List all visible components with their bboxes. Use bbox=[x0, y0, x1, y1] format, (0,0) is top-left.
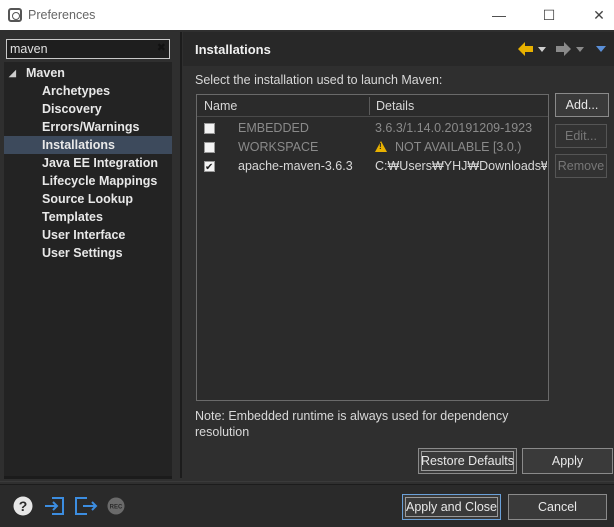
tree-item-lifecycle-mappings[interactable]: Lifecycle Mappings bbox=[4, 172, 172, 190]
tree-item-label: Java EE Integration bbox=[42, 156, 159, 170]
minimize-button[interactable]: — bbox=[476, 0, 522, 30]
record-icon[interactable]: REC bbox=[107, 497, 127, 517]
filter-field[interactable]: ✖ bbox=[6, 39, 170, 59]
tree-item-label: Source Lookup bbox=[42, 192, 133, 206]
page-title: Installations bbox=[195, 42, 271, 57]
embedded-runtime-note: Note: Embedded runtime is always used fo… bbox=[195, 409, 509, 439]
installation-name: WORKSPACE bbox=[238, 140, 319, 154]
tree-item-label: Discovery bbox=[42, 102, 102, 116]
close-button[interactable]: ✕ bbox=[576, 0, 614, 30]
tree-item-source-lookup[interactable]: Source Lookup bbox=[4, 190, 172, 208]
tree-item-label: Errors/Warnings bbox=[42, 120, 140, 134]
filter-input[interactable] bbox=[7, 40, 153, 58]
installation-details-cell: NOT AVAILABLE [3.0.) bbox=[375, 138, 547, 157]
page-header: Installations bbox=[183, 32, 614, 66]
installation-details: NOT AVAILABLE [3.0.) bbox=[395, 140, 522, 154]
tree-item-installations[interactable]: Installations bbox=[4, 136, 172, 154]
help-icon[interactable]: ? bbox=[13, 496, 33, 516]
remove-button[interactable]: Remove bbox=[555, 154, 607, 178]
window-title: Preferences bbox=[28, 8, 96, 22]
column-header-name[interactable]: Name bbox=[204, 99, 237, 113]
installations-table[interactable]: Name Details EMBEDDED 3.6.3/1.14.0.20191… bbox=[196, 94, 549, 401]
tree-item-label: User Interface bbox=[42, 228, 126, 242]
restore-defaults-button[interactable]: Restore Defaults bbox=[418, 448, 517, 474]
column-header-details[interactable]: Details bbox=[376, 99, 414, 113]
table-row[interactable]: apache-maven-3.6.3 C:₩Users₩YHJ₩Download… bbox=[197, 157, 548, 177]
tree-item-archetypes[interactable]: Archetypes bbox=[4, 82, 172, 100]
tree-item-label: User Settings bbox=[42, 246, 123, 260]
installation-name: EMBEDDED bbox=[238, 121, 309, 135]
installations-description: Select the installation used to launch M… bbox=[195, 73, 443, 87]
table-header: Name Details bbox=[197, 95, 548, 117]
arrow-right-icon[interactable] bbox=[555, 41, 585, 57]
tree-item-user-settings[interactable]: User Settings bbox=[4, 244, 172, 262]
preference-tree[interactable]: ◢ Maven Archetypes Discovery Errors/Warn… bbox=[4, 62, 172, 478]
svg-text:?: ? bbox=[19, 498, 28, 514]
tree-item-templates[interactable]: Templates bbox=[4, 208, 172, 226]
apply-and-close-button[interactable]: Apply and Close bbox=[402, 494, 501, 520]
add-button[interactable]: Add... bbox=[555, 93, 609, 117]
dialog-button-bar: ? REC Apply and Close Cancel bbox=[0, 484, 614, 527]
row-checkbox[interactable] bbox=[204, 142, 215, 153]
installation-details: 3.6.3/1.14.0.20191209-1923 bbox=[375, 121, 533, 135]
tree-item-label: Lifecycle Mappings bbox=[42, 174, 158, 188]
installation-name: apache-maven-3.6.3 bbox=[238, 159, 353, 173]
row-checkbox-checked[interactable] bbox=[204, 158, 215, 177]
tree-item-label: Installations bbox=[42, 138, 115, 152]
edit-button[interactable]: Edit... bbox=[555, 124, 607, 148]
warning-icon bbox=[375, 141, 387, 152]
tree-horizontal-scrollbar[interactable] bbox=[4, 476, 172, 479]
arrow-left-icon[interactable] bbox=[517, 41, 547, 57]
row-checkbox[interactable] bbox=[204, 123, 215, 134]
installation-details: C:₩Users₩YHJ₩Downloads₩apa bbox=[375, 159, 547, 173]
tree-item-maven[interactable]: ◢ Maven bbox=[4, 64, 172, 82]
record-label: REC bbox=[110, 505, 123, 511]
panel-sash[interactable] bbox=[180, 32, 182, 478]
maximize-button[interactable]: ☐ bbox=[526, 0, 572, 30]
eclipse-app-icon bbox=[8, 8, 22, 22]
view-menu-icon[interactable] bbox=[595, 44, 607, 54]
table-row[interactable]: WORKSPACE NOT AVAILABLE [3.0.) bbox=[197, 138, 548, 157]
title-bar: Preferences — ☐ ✕ bbox=[0, 0, 614, 30]
cancel-button[interactable]: Cancel bbox=[508, 494, 607, 520]
column-separator[interactable] bbox=[369, 97, 370, 115]
separator bbox=[0, 481, 614, 482]
button-label: Restore Defaults bbox=[420, 454, 515, 468]
tree-item-errors-warnings[interactable]: Errors/Warnings bbox=[4, 118, 172, 136]
button-label: Apply and Close bbox=[405, 500, 498, 514]
tree-item-java-ee-integration[interactable]: Java EE Integration bbox=[4, 154, 172, 172]
export-icon[interactable] bbox=[74, 495, 98, 517]
tree-item-label: Maven bbox=[26, 66, 65, 80]
apply-button[interactable]: Apply bbox=[522, 448, 613, 474]
table-row[interactable]: EMBEDDED 3.6.3/1.14.0.20191209-1923 bbox=[197, 119, 548, 138]
tree-item-label: Templates bbox=[42, 210, 103, 224]
import-icon[interactable] bbox=[44, 495, 66, 517]
clear-filter-icon[interactable]: ✖ bbox=[157, 41, 166, 54]
expand-arrow-icon[interactable]: ◢ bbox=[9, 64, 16, 82]
tree-item-user-interface[interactable]: User Interface bbox=[4, 226, 172, 244]
tree-item-label: Archetypes bbox=[42, 84, 111, 98]
tree-item-discovery[interactable]: Discovery bbox=[4, 100, 172, 118]
